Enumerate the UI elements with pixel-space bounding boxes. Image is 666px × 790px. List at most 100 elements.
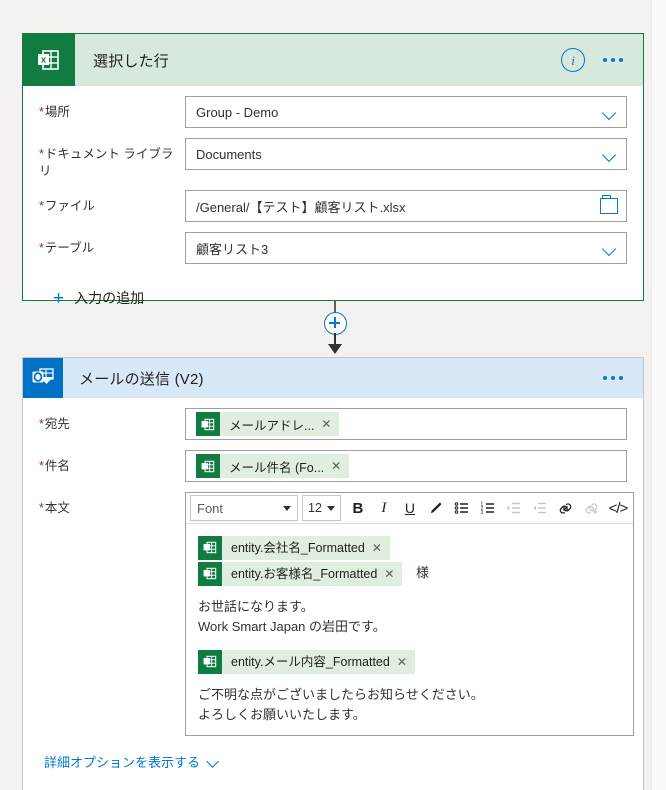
font-family-dropdown[interactable]: Font <box>190 495 298 521</box>
plus-circle-icon[interactable] <box>324 312 347 335</box>
body-text-line: よろしくお願いいたします。 <box>198 707 366 722</box>
flow-designer-canvas: x 選択した行 i *場所 Group - Demo *ドキュメント ライブラリ… <box>0 0 666 790</box>
arrow-down-icon <box>328 344 342 354</box>
body-rich-text-editor[interactable]: Font 12 B I U 1 2 3 </> entity.会社名_Forma… <box>185 492 634 736</box>
indent-icon <box>501 495 527 521</box>
required-asterisk: * <box>39 199 44 213</box>
outlook-card-title: メールの送信 (V2) <box>79 370 204 388</box>
code-view-button[interactable]: </> <box>605 495 631 521</box>
font-size-value: 12 <box>308 501 322 515</box>
token-label: entity.メール内容_Formatted <box>231 654 390 669</box>
svg-text:3: 3 <box>480 510 483 516</box>
excel-action-card[interactable]: x 選択した行 i *場所 Group - Demo *ドキュメント ライブラリ… <box>22 33 644 308</box>
field-row-body: *本文 Font 12 B I U 1 2 3 </> entity.会社名_F… <box>39 492 634 736</box>
underline-button[interactable]: U <box>397 495 423 521</box>
link-icon[interactable] <box>553 495 579 521</box>
location-value: Group - Demo <box>196 104 279 120</box>
label-location: *場所 <box>39 105 70 119</box>
document-library-value: Documents <box>196 146 262 162</box>
info-icon[interactable]: i <box>561 48 585 72</box>
body-text-line: お世話になります。 <box>198 599 314 614</box>
bold-label: B <box>352 499 364 517</box>
folder-icon[interactable] <box>600 195 618 214</box>
show-advanced-options-link[interactable]: 詳細オプションを表示する <box>44 752 219 771</box>
excel-form: *場所 Group - Demo *ドキュメント ライブラリ Documents <box>23 86 643 308</box>
field-row-table: *テーブル 顧客リスト3 <box>39 232 627 264</box>
to-input[interactable]: メールアドレ... ✕ <box>185 408 627 440</box>
field-row-location: *場所 Group - Demo <box>39 96 627 128</box>
svg-text:x: x <box>41 55 47 66</box>
outlook-card-header[interactable]: メールの送信 (V2) <box>23 358 643 398</box>
dynamic-content-token[interactable]: メール件名 (Fo... ✕ <box>196 454 350 478</box>
chevron-down-icon[interactable] <box>602 146 618 162</box>
excel-token-icon <box>198 535 222 560</box>
label-document-library: *ドキュメント ライブラリ <box>39 147 174 178</box>
excel-token-icon <box>196 454 220 478</box>
outlook-action-card[interactable]: メールの送信 (V2) *宛先 メールアドレ... ✕ *件名 メール件名 (F… <box>22 357 644 790</box>
dynamic-content-token[interactable]: entity.メール内容_Formatted ✕ <box>198 649 415 675</box>
dynamic-content-token[interactable]: メールアドレ... ✕ <box>196 412 340 436</box>
file-picker-input[interactable]: /General/【テスト】顧客リスト.xlsx <box>185 190 627 222</box>
table-dropdown[interactable]: 顧客リスト3 <box>185 232 627 264</box>
pen-icon[interactable] <box>423 495 449 521</box>
chevron-down-icon <box>283 505 291 511</box>
field-row-subject: *件名 メール件名 (Fo... ✕ <box>39 450 627 482</box>
font-family-value: Font <box>197 500 224 516</box>
font-size-dropdown[interactable]: 12 <box>302 495 341 521</box>
excel-more-menu-icon[interactable] <box>599 54 627 66</box>
unlink-icon <box>579 495 605 521</box>
body-line-token-company: entity.会社名_Formatted ✕ <box>198 534 621 560</box>
body-text-line: ご不明な点がございましたらお知らせください。 <box>198 687 484 702</box>
body-text-line: Work Smart Japan の岩田です。 <box>198 619 386 634</box>
remove-token-icon[interactable]: ✕ <box>397 649 415 675</box>
italic-label: I <box>381 499 387 516</box>
label-subject: *件名 <box>39 459 70 473</box>
token-label: メール件名 (Fo... <box>229 460 325 475</box>
remove-token-icon[interactable]: ✕ <box>372 535 390 561</box>
location-dropdown[interactable]: Group - Demo <box>185 96 627 128</box>
page-scroll-edge <box>651 0 666 790</box>
remove-token-icon[interactable]: ✕ <box>384 561 402 587</box>
chevron-down-icon[interactable] <box>602 240 618 256</box>
excel-token-icon <box>198 561 222 586</box>
outlook-header-actions <box>599 372 643 384</box>
outlook-icon <box>23 358 63 398</box>
body-line-token-mailcontent: entity.メール内容_Formatted ✕ <box>198 648 621 674</box>
code-label: </> <box>608 499 629 517</box>
italic-button[interactable]: I <box>371 495 397 521</box>
required-asterisk: * <box>39 417 44 431</box>
subject-input[interactable]: メール件名 (Fo... ✕ <box>185 450 627 482</box>
field-row-to: *宛先 メールアドレ... ✕ <box>39 408 627 440</box>
document-library-dropdown[interactable]: Documents <box>185 138 627 170</box>
outlook-form: *宛先 メールアドレ... ✕ *件名 メール件名 (Fo... ✕ *本文 F… <box>23 398 643 736</box>
token-label: entity.会社名_Formatted <box>231 540 365 555</box>
add-input-label: 入力の追加 <box>74 290 145 306</box>
field-row-file: *ファイル /General/【テスト】顧客リスト.xlsx <box>39 190 627 222</box>
label-file: *ファイル <box>39 199 95 213</box>
step-connector <box>313 300 357 358</box>
body-content[interactable]: entity.会社名_Formatted ✕ entity.お客様名_Forma… <box>186 524 633 735</box>
bulleted-list-icon[interactable] <box>449 495 475 521</box>
chevron-down-icon[interactable] <box>602 104 618 120</box>
bold-button[interactable]: B <box>345 495 371 521</box>
plus-icon: + <box>53 287 65 309</box>
required-asterisk: * <box>39 241 44 255</box>
numbered-list-icon[interactable]: 1 2 3 <box>475 495 501 521</box>
label-table: *テーブル <box>39 241 95 255</box>
outlook-more-menu-icon[interactable] <box>599 372 627 384</box>
excel-header-actions: i <box>561 48 643 72</box>
remove-token-icon[interactable]: ✕ <box>321 417 339 431</box>
chevron-down-icon <box>207 756 219 768</box>
excel-card-header[interactable]: x 選択した行 i <box>23 34 643 86</box>
show-advanced-options-label: 詳細オプションを表示する <box>44 755 201 770</box>
dynamic-content-token[interactable]: entity.会社名_Formatted ✕ <box>198 535 390 561</box>
editor-toolbar: Font 12 B I U 1 2 3 </> <box>186 493 633 524</box>
remove-token-icon[interactable]: ✕ <box>331 459 349 473</box>
dynamic-content-token[interactable]: entity.お客様名_Formatted ✕ <box>198 561 403 587</box>
required-asterisk: * <box>39 501 44 515</box>
required-asterisk: * <box>39 459 44 473</box>
label-to: *宛先 <box>39 417 70 431</box>
